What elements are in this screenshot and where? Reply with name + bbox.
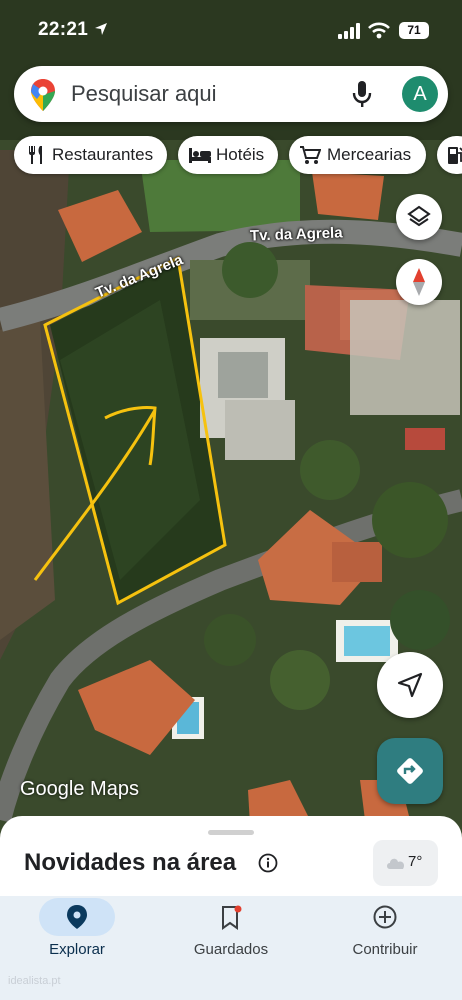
location-arrow-icon — [94, 23, 107, 35]
gas-station-icon — [448, 147, 462, 164]
chip-label: Restaurantes — [52, 145, 154, 164]
nav-contribuir[interactable]: Contribuir — [308, 896, 462, 1000]
watermark: idealista.pt — [8, 975, 61, 987]
sheet-title: Novidades na área — [24, 849, 237, 876]
status-time: 22:21 — [38, 19, 108, 41]
compass-button[interactable] — [396, 259, 442, 305]
battery-icon: 71 — [399, 22, 429, 39]
directions-button[interactable] — [377, 738, 443, 804]
chip-mercearias[interactable]: Mercearias — [289, 136, 426, 174]
cloud-icon — [387, 858, 405, 869]
chip-label: Hotéis — [216, 145, 265, 164]
info-icon[interactable] — [258, 853, 278, 873]
layers-button[interactable] — [396, 194, 442, 240]
bottom-sheet[interactable]: Novidades na área 7° — [0, 816, 462, 896]
google-maps-pin-icon — [31, 79, 55, 111]
map-attribution: Google Maps — [20, 778, 139, 800]
nav-label: Guardados — [193, 941, 269, 958]
microphone-icon[interactable] — [352, 80, 372, 108]
directions-icon — [397, 758, 423, 784]
chip-label: Mercearias — [327, 145, 412, 164]
wifi-icon — [368, 22, 390, 39]
add-circle-icon — [373, 905, 397, 929]
signal-icon — [338, 23, 360, 39]
status-bar: 22:21 71 — [0, 0, 462, 58]
avatar[interactable]: A — [402, 76, 438, 112]
chip-hoteis[interactable]: Hotéis — [178, 136, 278, 174]
bed-icon — [189, 148, 211, 163]
my-location-button[interactable] — [377, 652, 443, 718]
nav-guardados[interactable]: Guardados — [154, 896, 308, 1000]
weather-chip[interactable]: 7° — [373, 840, 438, 886]
cart-icon — [300, 146, 321, 164]
nav-label: Explorar — [49, 941, 105, 958]
sheet-drag-handle[interactable] — [208, 830, 254, 835]
search-bar[interactable]: Pesquisar aqui A — [14, 66, 448, 122]
search-input[interactable]: Pesquisar aqui — [71, 81, 217, 107]
weather-temp: 7° — [408, 853, 423, 870]
chip-restaurantes[interactable]: Restaurantes — [14, 136, 167, 174]
road-label: Tv. da Agrela — [249, 224, 343, 245]
explore-pin-icon — [67, 905, 87, 929]
bottom-nav: Explorar Guardados Contribuir — [0, 896, 462, 1000]
bookmark-icon — [222, 905, 242, 930]
nav-label: Contribuir — [352, 941, 418, 958]
compass-icon — [413, 268, 425, 296]
fork-knife-icon — [29, 146, 42, 164]
my-location-icon — [397, 672, 423, 698]
layers-icon — [407, 205, 431, 227]
